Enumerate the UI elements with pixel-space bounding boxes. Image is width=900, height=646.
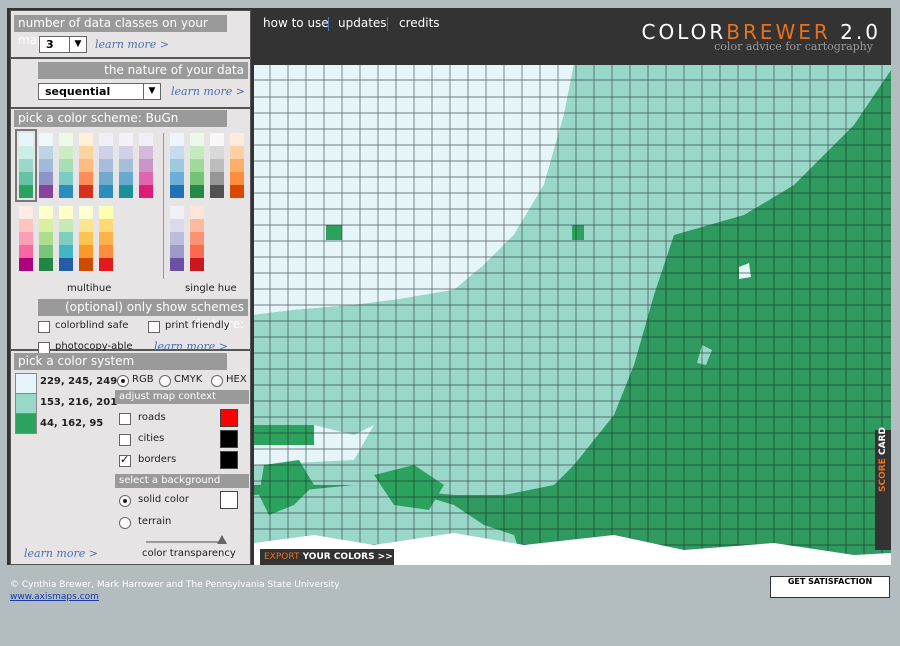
ramp-gnbu[interactable] (59, 133, 73, 198)
print-friendly-checkbox[interactable] (148, 321, 160, 333)
nav-credits[interactable]: credits (399, 16, 440, 30)
swatch-1-value: 229, 245, 249 (40, 376, 118, 387)
hex-label: HEX (226, 374, 247, 385)
background-color-picker[interactable] (220, 491, 238, 509)
single-hue-label: single hue (185, 283, 237, 294)
nav-how-to-use[interactable]: how to use (263, 16, 329, 30)
roads-color-picker[interactable] (220, 409, 238, 427)
nav-updates[interactable]: updates (338, 16, 387, 30)
nature-panel: the nature of your data sequential ▼ lear… (11, 59, 250, 109)
nature-learn-more[interactable]: learn more > (171, 85, 245, 98)
borders-checkbox[interactable] (119, 453, 131, 467)
ramp-purd[interactable] (139, 133, 153, 198)
ramp-pubu[interactable] (99, 133, 113, 198)
multihue-label: multihue (67, 283, 112, 294)
ramp-purples[interactable] (170, 206, 184, 271)
colorblind-label: colorblind safe (55, 320, 129, 331)
classes-panel: number of data classes on your map 3 ▼ le… (11, 11, 250, 59)
system-panel: pick a color system 229, 245, 249 153, 2… (11, 351, 250, 566)
copyright: © Cynthia Brewer, Mark Harrower and The … (10, 580, 340, 590)
rgb-label: RGB (132, 374, 154, 385)
cities-checkbox[interactable] (119, 434, 131, 446)
map[interactable]: EXPORT YOUR COLORS >> SCORE CARD (254, 65, 891, 565)
swatch-3-value: 44, 162, 95 (40, 418, 104, 429)
map-svg (254, 65, 891, 565)
options-title: (optional) only show schemes that are: (38, 299, 248, 331)
cities-label: cities (138, 433, 165, 444)
borders-label: borders (138, 454, 177, 465)
swatch-1 (15, 373, 37, 394)
class-3-region (254, 425, 314, 445)
terrain-label: terrain (138, 516, 172, 527)
colorblind-checkbox[interactable] (38, 321, 50, 333)
ramp-blues[interactable] (170, 133, 184, 198)
divider (163, 133, 164, 279)
class-1-region (739, 263, 751, 279)
class-2-region (697, 345, 712, 365)
roads-label: roads (138, 412, 166, 423)
swatch-2 (15, 393, 37, 414)
scheme-title: pick a color scheme: BuGn (14, 110, 227, 127)
ramp-ylorbr[interactable] (79, 206, 93, 271)
get-satisfaction-badge[interactable]: GET SATISFACTION (770, 576, 890, 598)
classes-select[interactable]: 3 ▼ (39, 36, 87, 53)
chevron-down-icon: ▼ (143, 84, 160, 99)
ramp-greys[interactable] (210, 133, 224, 198)
borders-color-picker[interactable] (220, 451, 238, 469)
class-3-region (326, 225, 342, 240)
export-button[interactable]: EXPORT YOUR COLORS >> (260, 549, 394, 565)
nav-separator (387, 17, 388, 31)
swatch-2-value: 153, 216, 201 (40, 397, 118, 408)
cities-color-picker[interactable] (220, 430, 238, 448)
ramp-rdpu[interactable] (19, 206, 33, 271)
classes-learn-more[interactable]: learn more > (95, 38, 169, 51)
nav-separator (328, 17, 329, 31)
transparency-slider-track[interactable] (146, 541, 226, 543)
terrain-radio[interactable] (119, 517, 131, 529)
classes-title: number of data classes on your map (14, 15, 227, 47)
class-3-region (572, 225, 584, 240)
header: how to use updates credits COLORBREWER 2… (254, 8, 891, 65)
solid-color-radio[interactable] (119, 495, 131, 507)
cmyk-radio[interactable] (159, 375, 171, 387)
ramp-ylorrd[interactable] (99, 206, 113, 271)
ramp-bugn[interactable] (15, 129, 37, 202)
swatch-3 (15, 413, 37, 434)
ramp-ylgnbu[interactable] (59, 206, 73, 271)
context-title: adjust map context (115, 390, 249, 404)
system-title: pick a color system (14, 353, 227, 370)
background-title: select a background (115, 474, 249, 488)
left-panel: number of data classes on your map 3 ▼ le… (10, 10, 251, 565)
transparency-slider-thumb[interactable] (217, 535, 227, 544)
chevron-down-icon: ▼ (69, 37, 86, 52)
nature-title: the nature of your data (38, 62, 248, 79)
nature-select[interactable]: sequential ▼ (38, 83, 161, 100)
solid-color-label: solid color (138, 494, 190, 505)
ramp-bupu[interactable] (39, 133, 53, 198)
context-learn-more[interactable]: learn more > (24, 547, 98, 560)
scheme-panel: pick a color scheme: BuGn multihue singl… (11, 109, 250, 354)
score-card-tab[interactable]: SCORE CARD (875, 427, 891, 550)
tagline: color advice for cartography (714, 40, 873, 53)
ramp-oranges[interactable] (230, 133, 244, 198)
axismaps-link[interactable]: www.axismaps.com (10, 592, 99, 602)
print-friendly-label: print friendly (165, 320, 230, 331)
cmyk-label: CMYK (174, 374, 203, 385)
ramp-greens[interactable] (190, 133, 204, 198)
ramp-pubugn[interactable] (119, 133, 133, 198)
ramp-ylgn[interactable] (39, 206, 53, 271)
ramp-orrd[interactable] (79, 133, 93, 198)
ramp-reds[interactable] (190, 206, 204, 271)
rgb-radio[interactable] (117, 375, 129, 387)
hex-radio[interactable] (211, 375, 223, 387)
roads-checkbox[interactable] (119, 413, 131, 425)
transparency-label: color transparency (142, 548, 236, 559)
